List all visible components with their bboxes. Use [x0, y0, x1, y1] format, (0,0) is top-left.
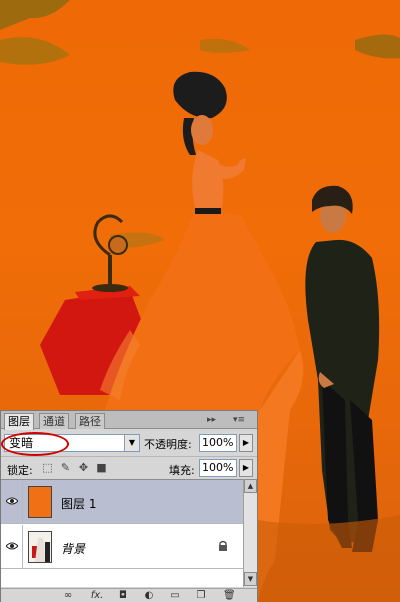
lock-all-icon[interactable]: ■: [95, 461, 108, 474]
lock-image-pixels-icon[interactable]: ✎: [59, 461, 72, 474]
visibility-toggle[interactable]: [1, 480, 23, 524]
mask-icon[interactable]: ◘: [117, 590, 129, 602]
layer-row-layer-1[interactable]: 图层 1: [1, 480, 243, 524]
fill-input[interactable]: 100%: [199, 459, 237, 477]
tab-layers[interactable]: 图层: [4, 413, 34, 430]
lock-position-icon[interactable]: ✥: [77, 461, 90, 474]
opacity-label: 不透明度:: [144, 438, 192, 451]
panel-menu-icon[interactable]: ▾≡: [233, 413, 245, 427]
lock-transparent-pixels-icon[interactable]: ⬚: [41, 461, 54, 474]
eye-icon: [6, 497, 18, 505]
collapse-panel-icon[interactable]: ▸▸: [207, 413, 216, 427]
adjustment-icon[interactable]: ◐: [143, 590, 155, 602]
lock-fill-row: 锁定: ⬚ ✎ ✥ ■ 填充: 100% ▶: [1, 456, 257, 478]
fill-label: 填充:: [169, 464, 195, 477]
layer-row-background[interactable]: 背景: [1, 525, 243, 569]
chevron-down-icon[interactable]: ▼: [124, 435, 139, 451]
eye-icon: [6, 542, 18, 550]
lock-label: 锁定:: [7, 464, 33, 477]
folder-icon[interactable]: ▭: [169, 590, 181, 602]
layer-name: 图层 1: [61, 497, 97, 511]
layer-thumbnail: [28, 531, 52, 563]
link-icon[interactable]: ∞: [61, 590, 75, 602]
lock-icon: [219, 540, 227, 551]
blend-opacity-row: 变暗 ▼ 不透明度: 100% ▶: [1, 430, 257, 456]
fill-slider-arrow-icon[interactable]: ▶: [239, 459, 253, 477]
visibility-toggle[interactable]: [1, 525, 23, 569]
trash-icon[interactable]: 🗑: [223, 590, 236, 602]
layer-name: 背景: [61, 542, 86, 556]
layers-scrollbar[interactable]: ▲ ▼: [243, 479, 257, 587]
panel-footer: ∞ fx. ◘ ◐ ▭ ❐ 🗑: [1, 588, 257, 602]
panel-tab-bar: 图层 通道 路径 ▸▸ ▾≡: [1, 411, 257, 430]
opacity-input[interactable]: 100%: [199, 434, 237, 452]
scroll-down-icon[interactable]: ▼: [244, 572, 257, 586]
opacity-slider-arrow-icon[interactable]: ▶: [239, 434, 253, 452]
layers-list: 图层 1 背景: [1, 479, 243, 587]
tab-paths[interactable]: 路径: [75, 413, 105, 429]
layer-thumbnail: [28, 486, 52, 518]
new-layer-icon[interactable]: ❐: [195, 590, 207, 602]
highlight-circle: [1, 432, 69, 456]
layers-panel: 图层 通道 路径 ▸▸ ▾≡ 变暗 ▼ 不透明度: 100% ▶ 锁定: ⬚ ✎…: [0, 410, 258, 602]
fx-icon[interactable]: fx.: [88, 590, 106, 602]
scroll-up-icon[interactable]: ▲: [244, 479, 257, 493]
tab-channels[interactable]: 通道: [39, 413, 69, 429]
